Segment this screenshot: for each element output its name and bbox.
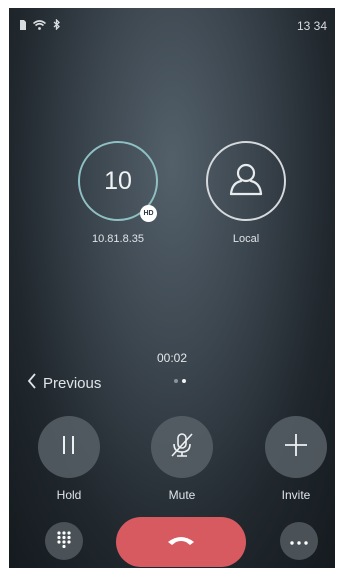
status-bar: 13 34 <box>9 8 335 36</box>
previous-label: Previous <box>43 375 102 392</box>
hd-badge: HD <box>140 205 157 222</box>
microphone-muted-icon <box>167 430 197 465</box>
remote-number: 10 <box>104 166 132 195</box>
hold-label: Hold <box>56 488 82 502</box>
remote-party: 10 HD 10.81.8.35 <box>78 141 158 245</box>
remote-address: 10.81.8.35 <box>92 233 144 245</box>
invite-label: Invite <box>281 488 311 502</box>
bluetooth-icon <box>53 17 61 35</box>
dialpad-button[interactable] <box>45 522 83 560</box>
page-dot <box>174 379 178 383</box>
mute-label: Mute <box>168 488 196 502</box>
mute-button[interactable]: Mute <box>147 416 217 502</box>
more-button[interactable] <box>280 522 318 560</box>
invite-circle[interactable] <box>265 416 327 478</box>
more-icon <box>290 532 308 550</box>
chevron-left-icon <box>27 373 37 394</box>
hold-circle[interactable] <box>38 416 100 478</box>
end-call-icon <box>166 533 196 552</box>
end-call-button[interactable] <box>116 517 246 567</box>
mute-circle[interactable] <box>151 416 213 478</box>
hold-button[interactable]: Hold <box>34 416 104 502</box>
plus-icon <box>284 433 308 462</box>
pause-icon <box>61 434 77 461</box>
page-dot-active <box>182 379 186 383</box>
local-label: Local <box>232 233 260 245</box>
call-duration: 00:02 <box>156 351 188 365</box>
local-party: Local <box>206 141 286 245</box>
remote-avatar: 10 HD <box>78 141 158 222</box>
previous-button[interactable]: Previous <box>27 373 101 394</box>
dialpad-icon <box>56 530 72 553</box>
local-avatar <box>206 141 286 221</box>
page-indicator <box>174 379 186 383</box>
wifi-icon <box>32 17 47 35</box>
user-icon <box>226 159 266 204</box>
invite-button[interactable]: Invite <box>261 416 331 502</box>
clock: 13 34 <box>296 19 327 33</box>
sd-card-icon <box>19 17 26 35</box>
call-screen: 13 34 10 HD 10.81.8.35 Local 00:02 Previ… <box>9 8 335 568</box>
